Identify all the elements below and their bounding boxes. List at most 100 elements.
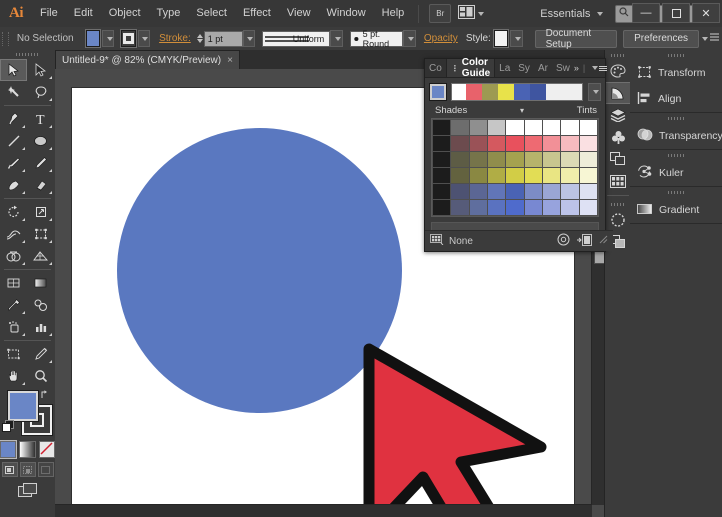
gradient-tool[interactable] bbox=[27, 272, 54, 294]
menu-file[interactable]: File bbox=[32, 0, 66, 27]
graphic-style-swatch[interactable] bbox=[493, 30, 509, 47]
color-swatch-2-2[interactable] bbox=[469, 152, 487, 167]
perspective-grid-tool[interactable] bbox=[27, 245, 54, 267]
color-swatch-5-7[interactable] bbox=[561, 200, 579, 215]
menu-help[interactable]: Help bbox=[374, 0, 413, 27]
mesh-tool[interactable] bbox=[0, 272, 27, 294]
color-swatch-5-1[interactable] bbox=[451, 200, 469, 215]
tools-panel-grip[interactable] bbox=[0, 50, 55, 59]
panel-kuler[interactable]: Kuler bbox=[630, 160, 722, 186]
opacity-label[interactable]: Opacity bbox=[424, 33, 458, 44]
bridge-button[interactable]: Br bbox=[429, 4, 452, 23]
color-swatch-2-0[interactable] bbox=[433, 152, 451, 167]
limit-to-swatch-library-icon[interactable] bbox=[430, 234, 444, 248]
color-swatch-5-6[interactable] bbox=[543, 200, 561, 215]
panel-gradient[interactable]: Gradient bbox=[630, 197, 722, 223]
menu-object[interactable]: Object bbox=[101, 0, 149, 27]
color-swatch-4-7[interactable] bbox=[561, 184, 579, 199]
arrange-documents-button[interactable] bbox=[458, 5, 485, 22]
draw-behind-mode-button[interactable] bbox=[19, 462, 36, 477]
default-fill-stroke-icon[interactable] bbox=[2, 420, 14, 432]
color-swatch-2-3[interactable] bbox=[488, 152, 506, 167]
color-swatch-0-5[interactable] bbox=[524, 120, 542, 135]
color-swatch-2-1[interactable] bbox=[451, 152, 469, 167]
panel-group-grip[interactable] bbox=[630, 187, 722, 197]
color-swatch-3-7[interactable] bbox=[561, 168, 579, 183]
control-bar-grip[interactable] bbox=[2, 31, 9, 46]
stroke-dropdown[interactable] bbox=[137, 30, 151, 47]
stroke-weight-stepper[interactable] bbox=[196, 34, 203, 43]
panel-group-grip[interactable] bbox=[630, 50, 722, 60]
screen-mode-button[interactable] bbox=[0, 483, 55, 501]
color-swatch-0-4[interactable] bbox=[506, 120, 524, 135]
color-swatch-0-0[interactable] bbox=[433, 120, 451, 135]
selection-tool[interactable] bbox=[0, 59, 27, 81]
menu-effect[interactable]: Effect bbox=[235, 0, 279, 27]
tab-artboards[interactable]: Ar bbox=[534, 59, 552, 77]
color-swatch-4-3[interactable] bbox=[488, 184, 506, 199]
scale-tool[interactable] bbox=[27, 201, 54, 223]
color-swatch-1-0[interactable] bbox=[433, 136, 451, 151]
column-graph-tool[interactable] bbox=[27, 316, 54, 338]
panel-transparency[interactable]: Transparency bbox=[630, 123, 722, 149]
color-swatch-0-8[interactable] bbox=[579, 120, 597, 135]
color-swatch-0-2[interactable] bbox=[469, 120, 487, 135]
brush-definition-field[interactable]: 5 pt. Round bbox=[349, 29, 404, 49]
hand-tool[interactable] bbox=[0, 365, 27, 387]
color-swatch-3-2[interactable] bbox=[469, 168, 487, 183]
color-swatch-4-1[interactable] bbox=[451, 184, 469, 199]
symbol-sprayer-tool[interactable] bbox=[0, 316, 27, 338]
symbols-panel-icon[interactable] bbox=[605, 126, 631, 148]
color-swatch-1-8[interactable] bbox=[579, 136, 597, 151]
color-swatch-1-7[interactable] bbox=[561, 136, 579, 151]
brushes-panel-icon[interactable] bbox=[605, 209, 631, 231]
document-setup-button[interactable]: Document Setup bbox=[534, 28, 618, 50]
gradient-mode-button[interactable] bbox=[19, 441, 36, 458]
base-color-swatch[interactable] bbox=[430, 84, 446, 100]
none-mode-button[interactable] bbox=[38, 441, 55, 458]
width-tool[interactable] bbox=[0, 223, 27, 245]
draw-normal-mode-button[interactable] bbox=[1, 462, 18, 477]
color-variation-grid[interactable] bbox=[431, 118, 599, 217]
rotate-tool[interactable] bbox=[0, 201, 27, 223]
eyedropper-tool[interactable] bbox=[0, 294, 27, 316]
panel-group-grip[interactable] bbox=[630, 113, 722, 123]
preferences-button[interactable]: Preferences bbox=[623, 29, 700, 48]
color-swatch-4-2[interactable] bbox=[469, 184, 487, 199]
horizontal-scrollbar[interactable] bbox=[55, 504, 592, 517]
artboard-tool[interactable] bbox=[0, 343, 27, 365]
fill-indicator[interactable] bbox=[8, 391, 38, 421]
menu-window[interactable]: Window bbox=[319, 0, 374, 27]
color-swatch-0-6[interactable] bbox=[543, 120, 561, 135]
layers-panel-icon[interactable] bbox=[605, 104, 631, 126]
stroke-weight-field[interactable]: 1 pt bbox=[203, 30, 243, 47]
color-swatch-4-0[interactable] bbox=[433, 184, 451, 199]
color-swatch-5-5[interactable] bbox=[524, 200, 542, 215]
stroke-weight-dropdown[interactable] bbox=[242, 30, 256, 47]
paintbrush-tool[interactable] bbox=[0, 152, 27, 174]
line-segment-tool[interactable] bbox=[0, 130, 27, 152]
color-swatch-2-4[interactable] bbox=[506, 152, 524, 167]
collapse-panel-icon[interactable]: » bbox=[574, 63, 579, 73]
document-tab[interactable]: Untitled-9* @ 82% (CMYK/Preview) × bbox=[55, 50, 240, 69]
color-swatch-2-7[interactable] bbox=[561, 152, 579, 167]
panel-group-grip[interactable] bbox=[630, 150, 722, 160]
eraser-tool[interactable] bbox=[27, 174, 54, 196]
rail-grip-2[interactable] bbox=[605, 199, 631, 209]
color-swatch-3-8[interactable] bbox=[579, 168, 597, 183]
blend-tool[interactable] bbox=[27, 294, 54, 316]
magic-wand-tool[interactable] bbox=[0, 81, 27, 103]
color-swatch-2-8[interactable] bbox=[579, 152, 597, 167]
tab-color-guide[interactable]: ⋮ Color Guide bbox=[445, 57, 496, 79]
color-swatch-0-7[interactable] bbox=[561, 120, 579, 135]
color-swatch-2-6[interactable] bbox=[543, 152, 561, 167]
ellipse-tool[interactable] bbox=[27, 130, 54, 152]
workspace-switcher[interactable]: Essentials bbox=[536, 8, 604, 20]
swatches-panel-icon[interactable] bbox=[605, 170, 631, 192]
menu-type[interactable]: Type bbox=[149, 0, 189, 27]
slice-tool[interactable] bbox=[27, 343, 54, 365]
panel-transform[interactable]: Transform bbox=[630, 60, 722, 86]
fill-color-swatch[interactable] bbox=[85, 30, 100, 47]
stroke-color-swatch[interactable] bbox=[121, 30, 136, 47]
panel-resize-grip[interactable] bbox=[599, 235, 608, 247]
